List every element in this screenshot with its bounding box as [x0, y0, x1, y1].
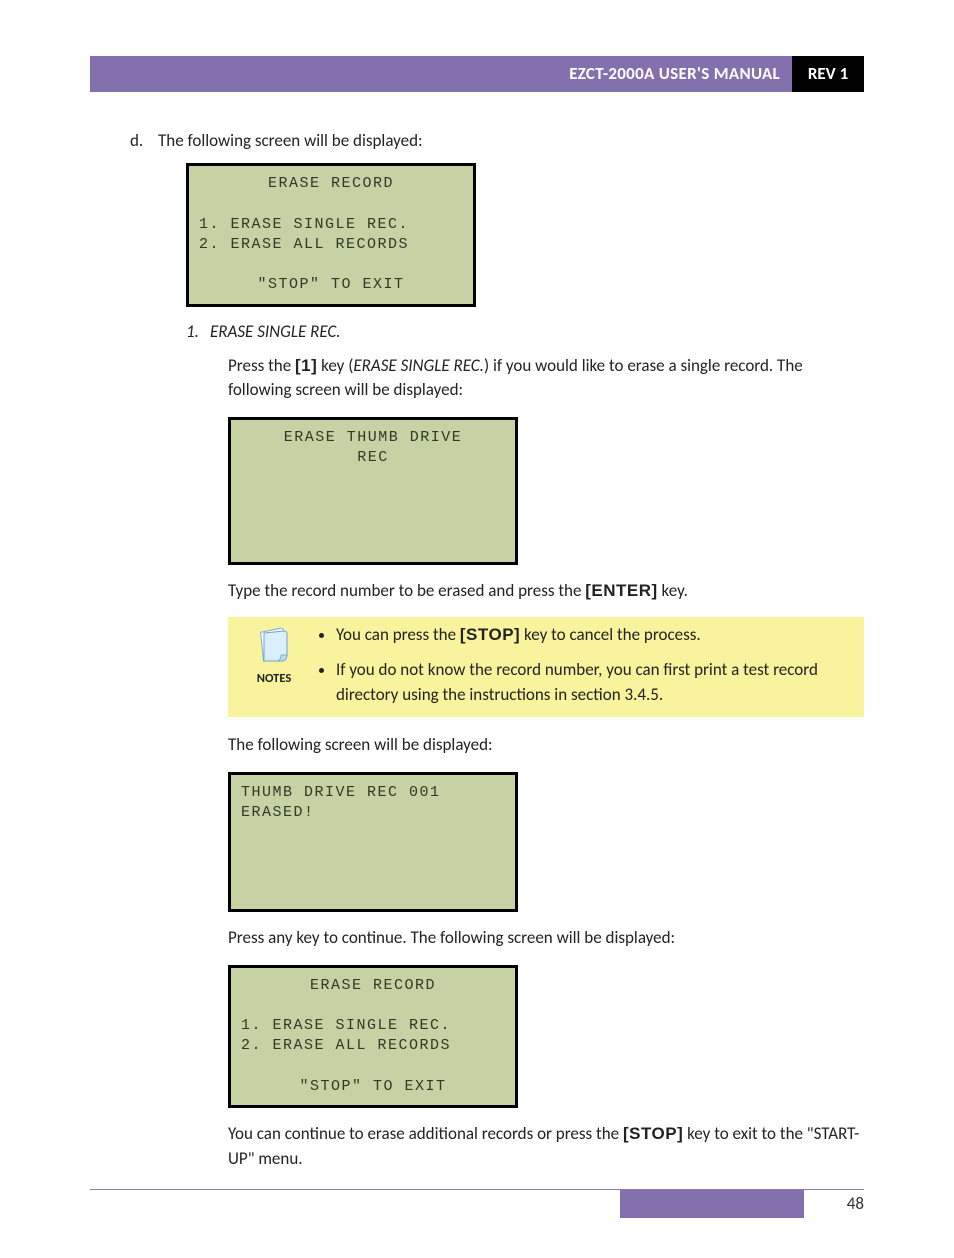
key-stop: [STOP] [623, 1124, 683, 1143]
manual-page: EZCT-2000A USER'S MANUAL REV 1 d.The fol… [0, 0, 954, 1258]
footer-accent [620, 1190, 804, 1218]
manual-title: EZCT-2000A USER'S MANUAL [530, 56, 792, 92]
lcd-line: ERASED! [241, 803, 505, 823]
lcd-line: "STOP" TO EXIT [199, 275, 463, 295]
notes-label: NOTES [234, 671, 314, 686]
step-d: d.The following screen will be displayed… [130, 130, 864, 151]
text: key ( [317, 355, 353, 376]
footer-spacer [90, 1190, 620, 1218]
paragraph: Press the [1] key (ERASE SINGLE REC.) if… [228, 354, 864, 403]
paragraph: Type the record number to be erased and … [228, 579, 864, 604]
lcd-blank [199, 255, 463, 275]
substep-1-heading: 1.ERASE SINGLE REC. [186, 321, 864, 342]
text: Press the [228, 355, 295, 376]
substep-title: ERASE SINGLE REC. [210, 321, 341, 342]
lcd-line: THUMB DRIVE REC 001 [241, 783, 505, 803]
text: key to cancel the process. [520, 624, 700, 645]
text: You can continue to erase additional rec… [228, 1123, 623, 1144]
lcd-line: ERASE RECORD [241, 976, 505, 996]
page-number: 48 [804, 1190, 864, 1218]
page-footer: 48 [90, 1190, 864, 1218]
text: key. [658, 580, 688, 601]
note-bullet: If you do not know the record number, yo… [336, 658, 854, 707]
lcd-line: 2. ERASE ALL RECORDS [199, 235, 463, 255]
text: You can press the [336, 624, 460, 645]
paragraph: You can continue to erase additional rec… [228, 1122, 864, 1171]
key-stop: [STOP] [460, 625, 520, 644]
notes-content: You can press the [STOP] key to cancel t… [314, 623, 854, 707]
header-spacer [90, 56, 530, 92]
revision-badge: REV 1 [792, 56, 864, 92]
page-header: EZCT-2000A USER'S MANUAL REV 1 [90, 56, 864, 92]
lcd-screen-erase-record: ERASE RECORD 1. ERASE SINGLE REC. 2. ERA… [186, 163, 476, 307]
lcd-blank [241, 1057, 505, 1077]
paragraph: Press any key to continue. The following… [228, 926, 864, 951]
lcd-screen-erase-record-2: ERASE RECORD 1. ERASE SINGLE REC. 2. ERA… [228, 965, 518, 1109]
lcd-blank [241, 996, 505, 1016]
text: Type the record number to be erased and … [228, 580, 585, 601]
lcd-line: ERASE RECORD [199, 174, 463, 194]
lcd-screen-erase-thumb: ERASE THUMB DRIVE REC [228, 417, 518, 565]
lcd-blank [199, 194, 463, 214]
note-bullet: You can press the [STOP] key to cancel t… [336, 623, 854, 648]
paragraph: The following screen will be displayed: [228, 733, 864, 758]
lcd-line: 2. ERASE ALL RECORDS [241, 1036, 505, 1056]
lcd-line: ERASE THUMB DRIVE [241, 428, 505, 448]
lcd-line: 1. ERASE SINGLE REC. [241, 1016, 505, 1036]
step-text: The following screen will be displayed: [158, 130, 423, 151]
key-enter: [ENTER] [585, 581, 657, 600]
lcd-line: REC [241, 448, 505, 468]
substep-number: 1. [186, 321, 210, 342]
notes-icon [254, 625, 294, 665]
step-letter: d. [130, 130, 158, 151]
lcd-line: 1. ERASE SINGLE REC. [199, 215, 463, 235]
text-italic: ERASE SINGLE REC. [353, 355, 484, 376]
lcd-line: "STOP" TO EXIT [241, 1077, 505, 1097]
key-1: [1] [295, 356, 317, 375]
notes-left: NOTES [234, 623, 314, 707]
lcd-screen-erased: THUMB DRIVE REC 001 ERASED! [228, 772, 518, 912]
notes-box: NOTES You can press the [STOP] key to ca… [228, 617, 864, 717]
